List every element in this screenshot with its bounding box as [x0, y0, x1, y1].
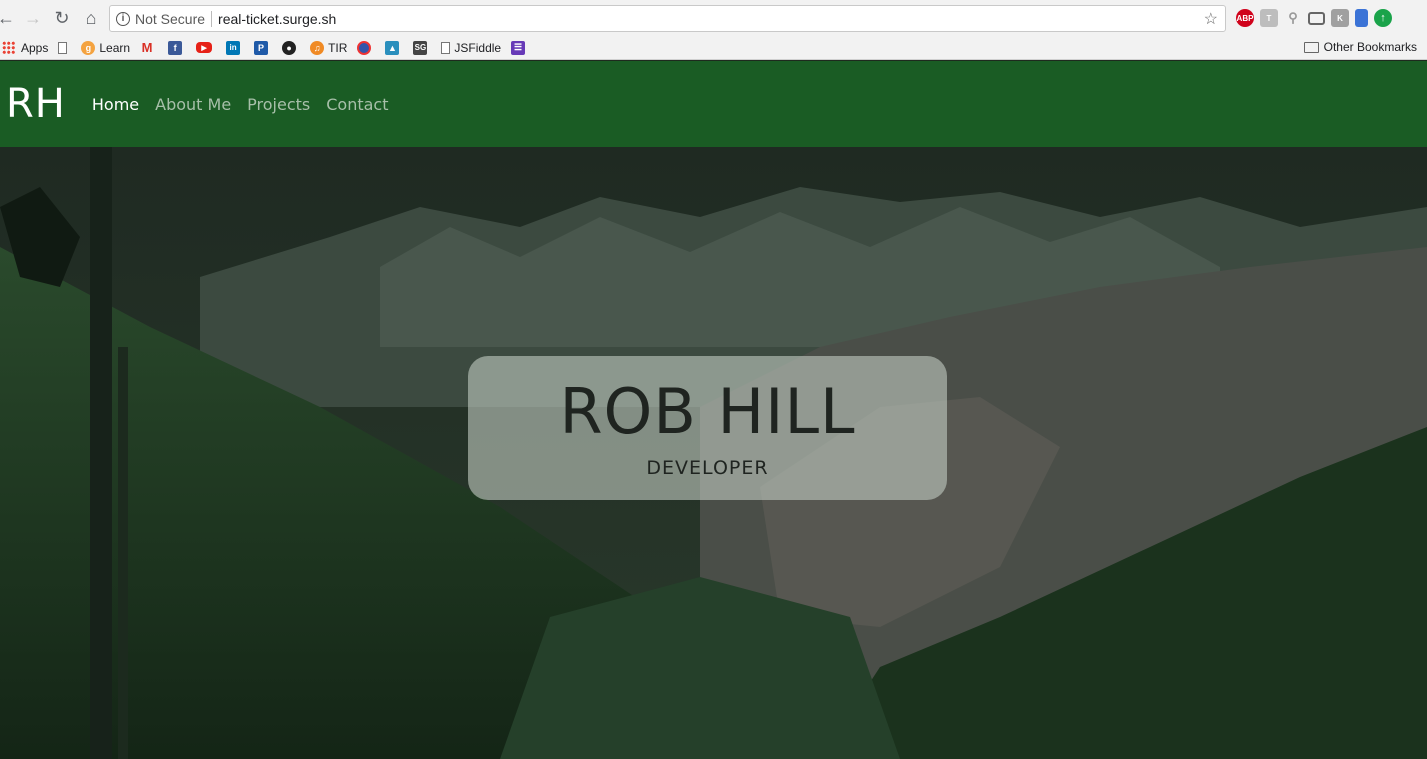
bookmark-gmail[interactable]: M — [140, 40, 158, 55]
brand-logo[interactable]: RH — [6, 81, 66, 127]
bookmark-label: JSFiddle — [454, 40, 502, 55]
reload-icon[interactable]: ↻ — [50, 6, 74, 30]
site-navbar: RH Home About Me Projects Contact — [0, 61, 1427, 147]
bookmark-tir[interactable]: ♫ TIR — [310, 40, 348, 55]
other-bookmarks-label: Other Bookmarks — [1323, 40, 1417, 54]
bookmark-github[interactable]: ● — [282, 40, 300, 55]
cast-icon[interactable] — [1308, 11, 1325, 25]
bookmark-label: TIR — [328, 40, 348, 55]
page-icon — [58, 41, 68, 54]
info-icon[interactable]: i — [116, 11, 130, 26]
hero-role: DEVELOPER — [646, 457, 769, 479]
hero-card: ROB HILL DEVELOPER — [468, 356, 947, 500]
learn-icon: g — [81, 40, 96, 55]
url-text[interactable]: real-ticket.surge.sh — [218, 11, 336, 27]
update-icon[interactable]: ↑ — [1374, 9, 1392, 27]
back-icon[interactable]: ← — [0, 6, 18, 30]
extension-icons: ABP T ⚲ K ↑ — [1236, 9, 1392, 27]
bookmark-bird[interactable]: ▲ — [385, 40, 403, 55]
bookmark-youtube[interactable]: ▶ — [196, 42, 216, 53]
nav-about[interactable]: About Me — [155, 95, 231, 114]
apps-icon — [2, 41, 15, 54]
bookmark-linkedin[interactable]: in — [226, 40, 244, 55]
bookmark-sg[interactable]: SG — [413, 40, 431, 55]
bookmarks-bar: Apps g Learn M f ▶ in P ● ♫ TIR ▲ SG JSF… — [0, 36, 1427, 60]
linkedin-icon: in — [226, 40, 241, 55]
bookmark-page[interactable] — [58, 41, 71, 54]
bookmark-label: Learn — [99, 40, 131, 55]
star-icon[interactable]: ☆ — [1204, 9, 1218, 29]
bookmark-jsfiddle[interactable]: JSFiddle — [441, 41, 501, 55]
omnibox-divider — [211, 10, 213, 27]
forward-icon[interactable]: → — [21, 6, 45, 30]
bird-icon: ▲ — [385, 40, 400, 55]
security-label: Not Secure — [135, 10, 206, 27]
bookmark-label: Apps — [21, 40, 49, 55]
target-icon — [357, 40, 372, 55]
magnifier-icon[interactable]: ⚲ — [1284, 9, 1302, 27]
browser-toolbar: ← → ↻ ⌂ i Not Secure real-ticket.surge.s… — [0, 0, 1427, 36]
facebook-icon: f — [168, 40, 183, 55]
youtube-icon: ▶ — [196, 42, 213, 53]
nav-contact[interactable]: Contact — [326, 95, 388, 114]
bookmark-list[interactable]: ☰ — [511, 40, 529, 55]
other-bookmarks[interactable]: Other Bookmarks — [1303, 40, 1417, 54]
bookmark-ext-icon[interactable] — [1355, 9, 1368, 27]
type-icon[interactable]: T — [1260, 9, 1278, 27]
github-icon: ● — [282, 40, 297, 55]
hero-section: ROB HILL DEVELOPER — [0, 147, 1427, 759]
nav-projects[interactable]: Projects — [247, 95, 310, 114]
hero-name: ROB HILL — [559, 375, 856, 448]
adblock-icon[interactable]: ABP — [1236, 9, 1254, 27]
nav-home[interactable]: Home — [92, 95, 139, 114]
gmail-icon: M — [141, 40, 153, 55]
home-icon[interactable]: ⌂ — [79, 6, 103, 30]
bookmark-facebook[interactable]: f — [168, 40, 186, 55]
bookmark-learn[interactable]: g Learn — [81, 40, 131, 55]
producthunt-icon: P — [254, 40, 269, 55]
page-icon — [441, 41, 451, 54]
sg-icon: SG — [413, 40, 428, 55]
bookmark-target[interactable] — [357, 40, 375, 55]
tir-icon: ♫ — [310, 40, 325, 55]
bookmark-producthunt[interactable]: P — [254, 40, 272, 55]
folder-icon — [1303, 41, 1319, 53]
bookmark-apps[interactable]: Apps — [0, 41, 48, 55]
keyboard-icon[interactable]: K — [1331, 9, 1349, 27]
list-icon: ☰ — [511, 40, 526, 55]
address-bar[interactable]: i Not Secure real-ticket.surge.sh ☆ — [109, 5, 1226, 32]
